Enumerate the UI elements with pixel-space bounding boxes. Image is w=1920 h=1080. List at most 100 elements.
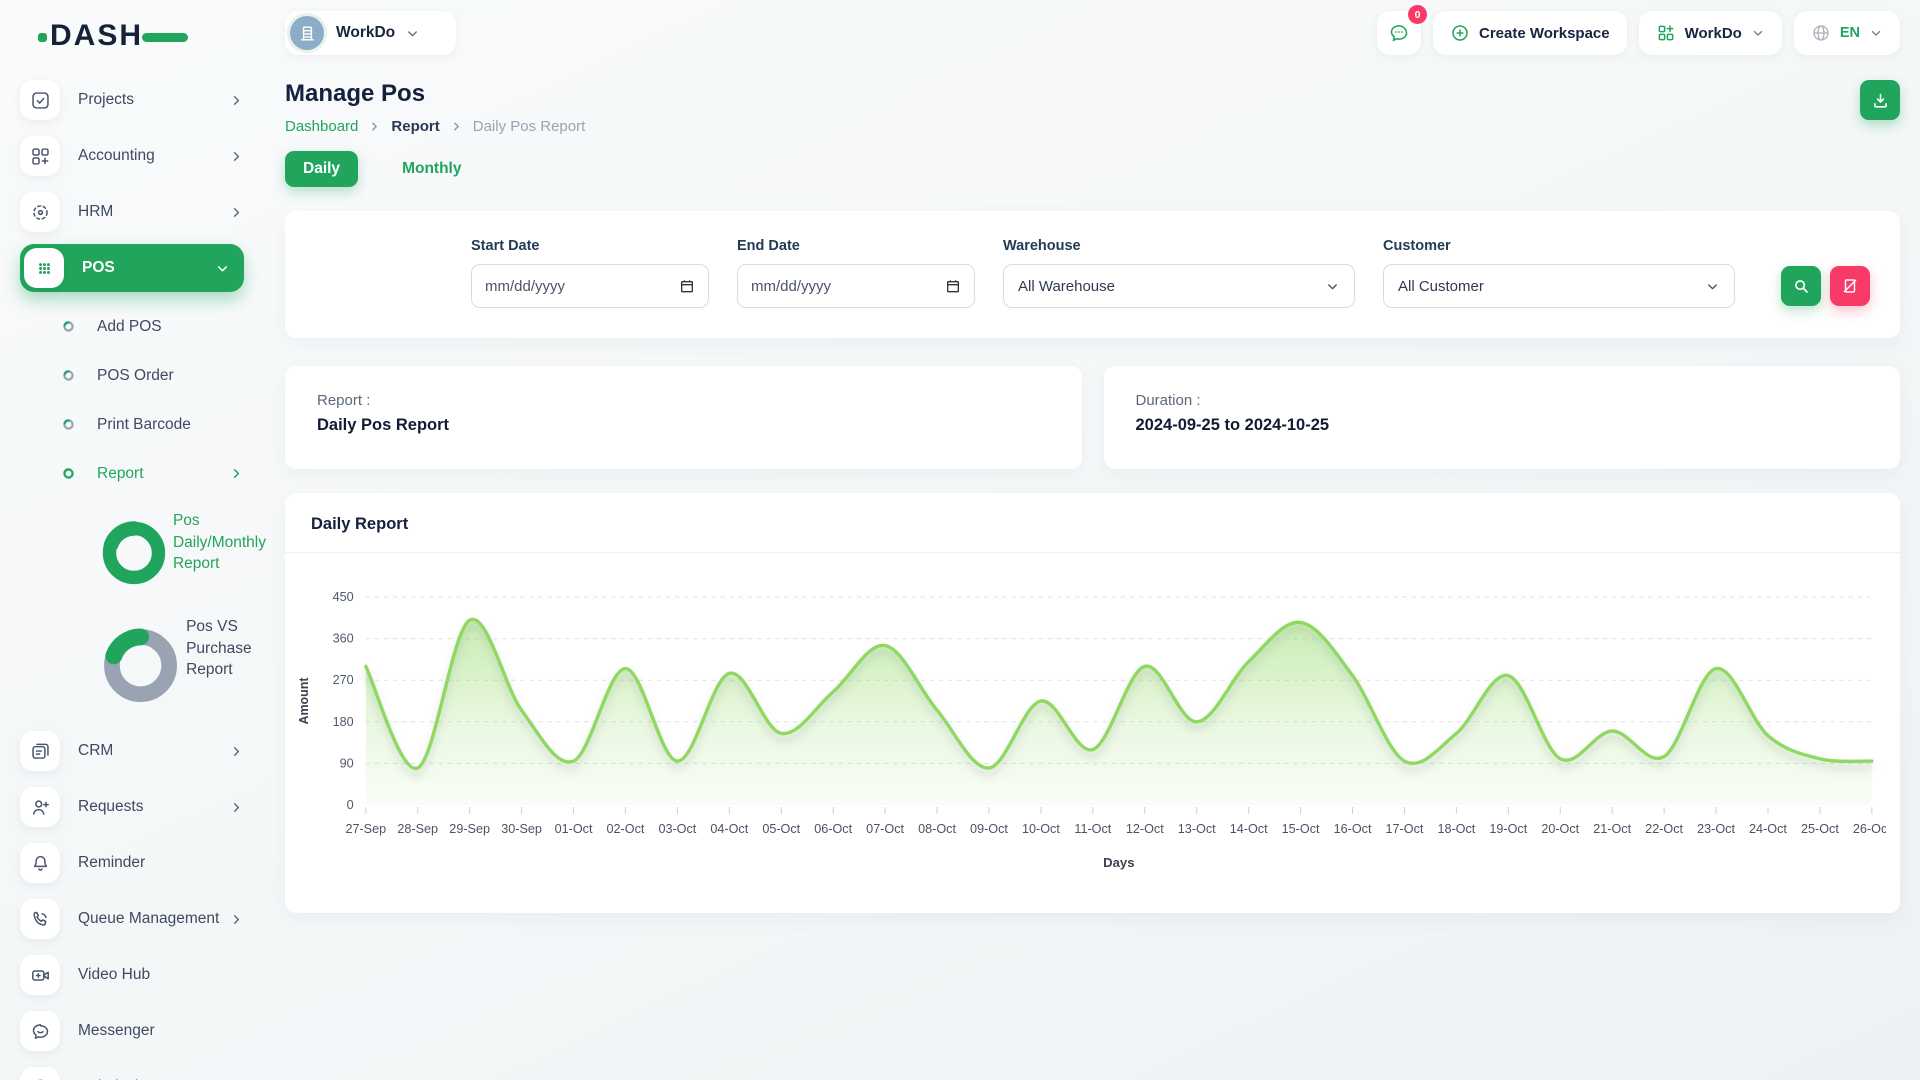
sidebar-item-print-barcode[interactable]: Print Barcode: [20, 400, 266, 449]
workdo-menu-button[interactable]: WorkDo: [1639, 11, 1782, 55]
start-date-input[interactable]: [485, 278, 679, 295]
end-date-field: End Date: [737, 238, 975, 308]
globe-icon: [1811, 23, 1831, 43]
svg-text:29-Sep: 29-Sep: [449, 822, 490, 836]
sidebar-item-projects[interactable]: Projects: [20, 72, 266, 128]
breadcrumb-item-report[interactable]: Report: [391, 118, 439, 135]
sidebar-item-report[interactable]: Report: [20, 449, 266, 498]
logo-text: DASH: [50, 21, 143, 51]
summary-card-value: 2024-09-25 to 2024-10-25: [1136, 416, 1869, 435]
workspace-avatar: [290, 16, 324, 50]
bell-icon: [30, 853, 51, 874]
sidebar-item-pos-order[interactable]: POS Order: [20, 351, 266, 400]
chevron-right-icon: [229, 93, 244, 108]
summary-card-label: Duration :: [1136, 392, 1869, 409]
svg-text:26-Oct: 26-Oct: [1853, 822, 1886, 836]
messages-button[interactable]: 0: [1377, 11, 1421, 55]
sidebar-item-add-pos[interactable]: Add POS: [20, 302, 266, 351]
chevron-right-icon: [229, 205, 244, 220]
sidebar-item-pos-daily-monthly-report[interactable]: Pos Daily/Monthly Report: [20, 498, 266, 604]
language-selector[interactable]: EN: [1794, 11, 1900, 55]
svg-text:27-Sep: 27-Sep: [345, 822, 386, 836]
reset-filter-button[interactable]: [1830, 266, 1870, 306]
svg-text:01-Oct: 01-Oct: [555, 822, 593, 836]
svg-text:14-Oct: 14-Oct: [1230, 822, 1268, 836]
report-mode-tabs: Daily Monthly: [285, 151, 1900, 187]
checkbox-icon: [20, 80, 60, 120]
sidebar-item-pos-vs-purchase-report[interactable]: Pos VS Purchase Report: [20, 604, 266, 723]
sidebar-item-pos[interactable]: POS: [20, 244, 244, 292]
daily-report-chart: 090180270360450 27-Sep28-Sep29-Sep30-Sep…: [285, 553, 1900, 913]
video-icon: [20, 955, 60, 995]
tab-daily[interactable]: Daily: [285, 151, 358, 187]
sidebar-item-label: Messenger: [78, 1022, 266, 1040]
create-workspace-button[interactable]: Create Workspace: [1433, 11, 1627, 55]
svg-text:450: 450: [333, 590, 354, 604]
sidebar-item-messenger[interactable]: Messenger: [20, 1003, 266, 1059]
sidebar-item-queue-management[interactable]: Queue Management: [20, 891, 266, 947]
warehouse-select[interactable]: All Warehouse: [1003, 264, 1355, 308]
customer-selected-value: All Customer: [1398, 278, 1484, 295]
svg-text:12-Oct: 12-Oct: [1126, 822, 1164, 836]
sidebar-item-label: Reminder: [78, 854, 266, 872]
chevron-right-icon: [229, 800, 244, 815]
sidebar-item-hrm[interactable]: HRM: [20, 184, 266, 240]
page-title: Manage Pos: [285, 80, 585, 108]
filter-card: Start Date End Date Warehouse All Wareho…: [285, 211, 1900, 338]
svg-text:360: 360: [333, 632, 354, 646]
customer-field: Customer All Customer: [1383, 238, 1735, 308]
chevron-down-icon: [405, 26, 420, 41]
sidebar-item-label: Print Barcode: [97, 416, 266, 434]
chart-title: Daily Report: [311, 515, 408, 533]
end-date-input[interactable]: [751, 278, 945, 295]
bullet-icon: [62, 320, 75, 333]
sidebar-item-label: Video Hub: [78, 966, 266, 984]
page-header: Manage Pos DashboardReportDaily Pos Repo…: [285, 80, 1900, 135]
crm-icon: [20, 731, 60, 771]
svg-text:10-Oct: 10-Oct: [1022, 822, 1060, 836]
sidebar-item-video-hub[interactable]: Video Hub: [20, 947, 266, 1003]
customer-select[interactable]: All Customer: [1383, 264, 1735, 308]
sidebar-item-label: POS: [82, 259, 215, 277]
workspace-selector[interactable]: WorkDo: [285, 11, 456, 55]
apply-filter-button[interactable]: [1781, 266, 1821, 306]
phone-icon: [20, 899, 60, 939]
calendar-icon[interactable]: [679, 278, 695, 294]
plus-circle-icon: [1450, 23, 1470, 43]
sidebar-item-accounting[interactable]: Accounting: [20, 128, 266, 184]
grid-plus-icon: [20, 136, 60, 176]
breadcrumb-item-dashboard[interactable]: Dashboard: [285, 118, 358, 135]
chat-icon: [30, 1021, 51, 1042]
end-date-label: End Date: [737, 238, 975, 254]
sidebar-item-reminder[interactable]: Reminder: [20, 835, 266, 891]
main-area: WorkDo 0 Create Workspace WorkDo EN: [266, 0, 1920, 1080]
sidebar-item-label: Projects: [78, 91, 229, 109]
tab-monthly[interactable]: Monthly: [384, 151, 479, 187]
sidebar-item-requests[interactable]: Requests: [20, 779, 266, 835]
calendar-icon[interactable]: [945, 278, 961, 294]
svg-text:19-Oct: 19-Oct: [1489, 822, 1527, 836]
sidebar-item-helpdesk[interactable]: Helpdesk: [20, 1059, 266, 1080]
app-logo[interactable]: DASH: [38, 14, 266, 58]
chat-bubble-dots-icon: [1388, 22, 1410, 44]
user-plus-icon: [30, 797, 51, 818]
breadcrumb-separator-icon: [368, 120, 381, 133]
language-label: EN: [1840, 25, 1860, 41]
hrm-icon: [30, 202, 51, 223]
warehouse-field: Warehouse All Warehouse: [1003, 238, 1355, 308]
daily-report-card: Daily Report 090180270360450 27-Sep28-Se…: [285, 493, 1900, 913]
building-icon: [298, 24, 317, 43]
bell-icon: [20, 843, 60, 883]
sidebar-item-crm[interactable]: CRM: [20, 723, 266, 779]
sidebar-item-label: Pos VS Purchase Report: [186, 616, 266, 681]
search-icon: [1792, 277, 1810, 295]
svg-text:09-Oct: 09-Oct: [970, 822, 1008, 836]
svg-text:28-Sep: 28-Sep: [397, 822, 438, 836]
bullet-icon: [62, 467, 75, 480]
svg-text:06-Oct: 06-Oct: [814, 822, 852, 836]
svg-text:17-Oct: 17-Oct: [1386, 822, 1424, 836]
download-report-button[interactable]: [1860, 80, 1900, 120]
svg-text:07-Oct: 07-Oct: [866, 822, 904, 836]
chevron-right-icon: [229, 744, 244, 759]
svg-text:22-Oct: 22-Oct: [1645, 822, 1683, 836]
